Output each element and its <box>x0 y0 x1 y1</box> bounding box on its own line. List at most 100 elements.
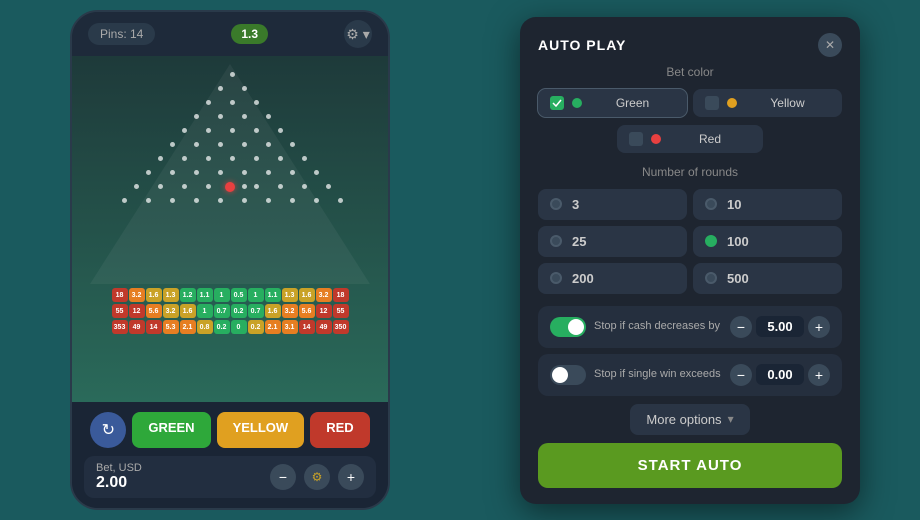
red-button[interactable]: RED <box>310 412 369 448</box>
green-label: Green <box>590 96 675 110</box>
green-button[interactable]: GREEN <box>132 412 210 448</box>
mult-cell: 0.8 <box>197 320 213 334</box>
start-auto-label: START AUTO <box>638 457 743 474</box>
mult-cell: 0.2 <box>231 304 247 318</box>
mult-cell: 55 <box>333 304 349 318</box>
color-option-red[interactable]: Red <box>617 125 763 153</box>
auto-play-modal: AUTO PLAY ✕ Bet color Green <box>520 17 860 504</box>
round-option-3[interactable]: 3 <box>538 189 687 220</box>
round-option-25[interactable]: 25 <box>538 226 687 257</box>
stop1-toggle[interactable] <box>550 317 586 337</box>
bet-label: Bet, USD <box>96 462 142 474</box>
dots-container <box>90 64 370 284</box>
stop1-value[interactable]: 5.00 <box>756 316 804 337</box>
chevron-down-icon: ▾ <box>728 412 734 426</box>
mult-cell: 1.1 <box>197 288 213 302</box>
yellow-button[interactable]: YELLOW <box>217 412 305 448</box>
stop2-value-group: − 0.00 + <box>730 364 830 386</box>
refresh-button[interactable]: ↻ <box>90 412 126 448</box>
bet-color-single: Red <box>538 125 842 153</box>
color-option-yellow[interactable]: Yellow <box>693 89 842 117</box>
mult-cell: 0 <box>231 320 247 334</box>
mult-cell: 5.3 <box>163 320 179 334</box>
mult-cell: 1.3 <box>282 288 298 302</box>
bet-value: 2.00 <box>96 474 142 492</box>
mult-row-3: 353 49 14 5.3 2.1 0.8 0.2 0 0.2 2.1 3.1 … <box>85 320 375 334</box>
mult-cell: 1.6 <box>180 304 196 318</box>
rounds-label: Number of rounds <box>538 165 842 179</box>
multiplier-rows: 18 3.2 1.6 1.3 1.2 1.1 1 0.5 1 1.1 1.3 1… <box>85 288 375 334</box>
red-dot <box>651 134 661 144</box>
mult-cell: 1 <box>214 288 230 302</box>
left-panel: Pins: 14 1.3 ⚙ ▾ <box>0 0 460 520</box>
round-label-200: 200 <box>572 271 594 286</box>
settings-button[interactable]: ⚙ ▾ <box>344 20 372 48</box>
stop2-minus[interactable]: − <box>730 364 752 386</box>
more-options-button[interactable]: More options ▾ <box>630 404 749 435</box>
mult-cell: 5.6 <box>146 304 162 318</box>
mult-row-2: 55 12 5.6 3.2 1.6 1 0.7 0.2 0.7 1.6 3.2 … <box>85 304 375 318</box>
bet-minus-button[interactable]: − <box>270 464 296 490</box>
phone-controls: ↻ GREEN YELLOW RED Bet, USD 2.00 − <box>72 402 388 508</box>
multiplier-value: 1.3 <box>241 27 258 41</box>
mult-cell: 1 <box>248 288 264 302</box>
mult-cell: 12 <box>316 304 332 318</box>
mult-cell: 49 <box>316 320 332 334</box>
mult-cell: 1 <box>197 304 213 318</box>
close-button[interactable]: ✕ <box>818 33 842 57</box>
mult-cell: 3.1 <box>282 320 298 334</box>
stop1-plus[interactable]: + <box>808 316 830 338</box>
mult-cell: 353 <box>112 320 128 334</box>
mult-cell: 5.6 <box>299 304 315 318</box>
game-area: 18 3.2 1.6 1.3 1.2 1.1 1 0.5 1 1.1 1.3 1… <box>72 56 388 402</box>
color-option-green[interactable]: Green <box>538 89 687 117</box>
rounds-grid: 3 10 25 100 200 <box>538 189 842 294</box>
mult-cell: 1.6 <box>146 288 162 302</box>
color-buttons: ↻ GREEN YELLOW RED <box>84 412 376 448</box>
stop-condition-1: Stop if cash decreases by − 5.00 + <box>538 306 842 348</box>
stop2-text: Stop if single win exceeds <box>594 367 722 381</box>
round-label-3: 3 <box>572 197 579 212</box>
phone-header: Pins: 14 1.3 ⚙ ▾ <box>72 12 388 56</box>
round-option-100[interactable]: 100 <box>693 226 842 257</box>
mult-cell: 1.6 <box>299 288 315 302</box>
round-option-200[interactable]: 200 <box>538 263 687 294</box>
round-option-10[interactable]: 10 <box>693 189 842 220</box>
bet-row: Bet, USD 2.00 − ⚙ + <box>84 456 376 498</box>
round-label-10: 10 <box>727 197 741 212</box>
round-label-25: 25 <box>572 234 586 249</box>
bet-controls: − ⚙ + <box>270 464 364 490</box>
round-option-500[interactable]: 500 <box>693 263 842 294</box>
mult-cell: 1.3 <box>163 288 179 302</box>
yellow-label: Yellow <box>745 96 830 110</box>
mult-cell: 14 <box>299 320 315 334</box>
modal-header: AUTO PLAY ✕ <box>520 17 860 65</box>
stop1-text: Stop if cash decreases by <box>594 319 722 333</box>
bet-info: Bet, USD 2.00 <box>96 462 142 492</box>
bet-coins-button[interactable]: ⚙ <box>304 464 330 490</box>
round-label-500: 500 <box>727 271 749 286</box>
stop1-knob <box>568 319 584 335</box>
mult-cell: 0.2 <box>248 320 264 334</box>
stop1-value-group: − 5.00 + <box>730 316 830 338</box>
mult-cell: 3.2 <box>316 288 332 302</box>
stop2-toggle[interactable] <box>550 365 586 385</box>
mult-cell: 3.2 <box>282 304 298 318</box>
start-auto-button[interactable]: START AUTO <box>538 443 842 488</box>
stop1-minus[interactable]: − <box>730 316 752 338</box>
stop-condition-2: Stop if single win exceeds − 0.00 + <box>538 354 842 396</box>
mult-cell: 1.2 <box>180 288 196 302</box>
round-radio-200 <box>550 272 562 284</box>
stop2-value[interactable]: 0.00 <box>756 364 804 385</box>
color-check-yellow <box>705 96 719 110</box>
stop2-plus[interactable]: + <box>808 364 830 386</box>
mult-cell: 0.5 <box>231 288 247 302</box>
mult-cell: 3.2 <box>163 304 179 318</box>
mult-cell: 18 <box>112 288 128 302</box>
bet-plus-button[interactable]: + <box>338 464 364 490</box>
mult-cell: 49 <box>129 320 145 334</box>
mult-cell: 55 <box>112 304 128 318</box>
mult-cell: 1.1 <box>265 288 281 302</box>
pins-label: Pins: 14 <box>100 27 143 41</box>
round-radio-10 <box>705 198 717 210</box>
